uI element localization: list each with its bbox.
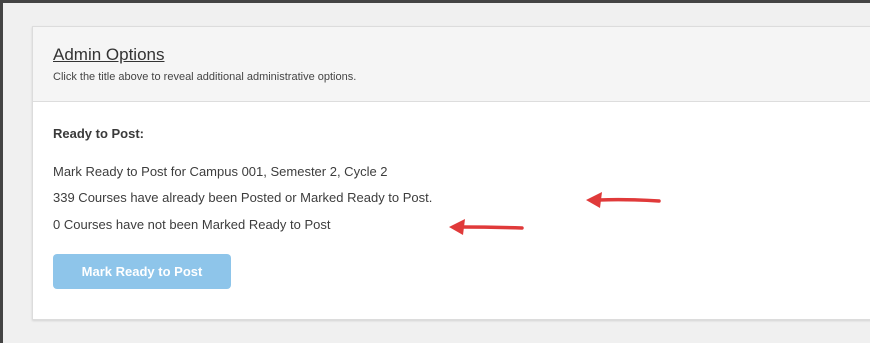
ready-to-post-heading: Ready to Post: [53, 126, 145, 141]
admin-options-panel: Admin Options Click the title above to r… [32, 26, 870, 320]
mark-ready-to-post-button[interactable]: Mark Ready to Post [53, 254, 231, 289]
left-arrow-icon [586, 192, 661, 208]
admin-options-header: Admin Options Click the title above to r… [33, 27, 870, 102]
left-arrow-icon [449, 219, 524, 235]
courses-not-marked-count: 0 Courses have not been Marked Ready to … [53, 217, 331, 232]
admin-options-title-link[interactable]: Admin Options [53, 45, 165, 65]
ready-to-post-campus-line: Mark Ready to Post for Campus 001, Semes… [53, 164, 388, 179]
admin-options-subtitle: Click the title above to reveal addition… [53, 71, 357, 83]
courses-posted-count: 339 Courses have already been Posted or … [53, 190, 433, 205]
page-frame: Admin Options Click the title above to r… [0, 0, 870, 343]
